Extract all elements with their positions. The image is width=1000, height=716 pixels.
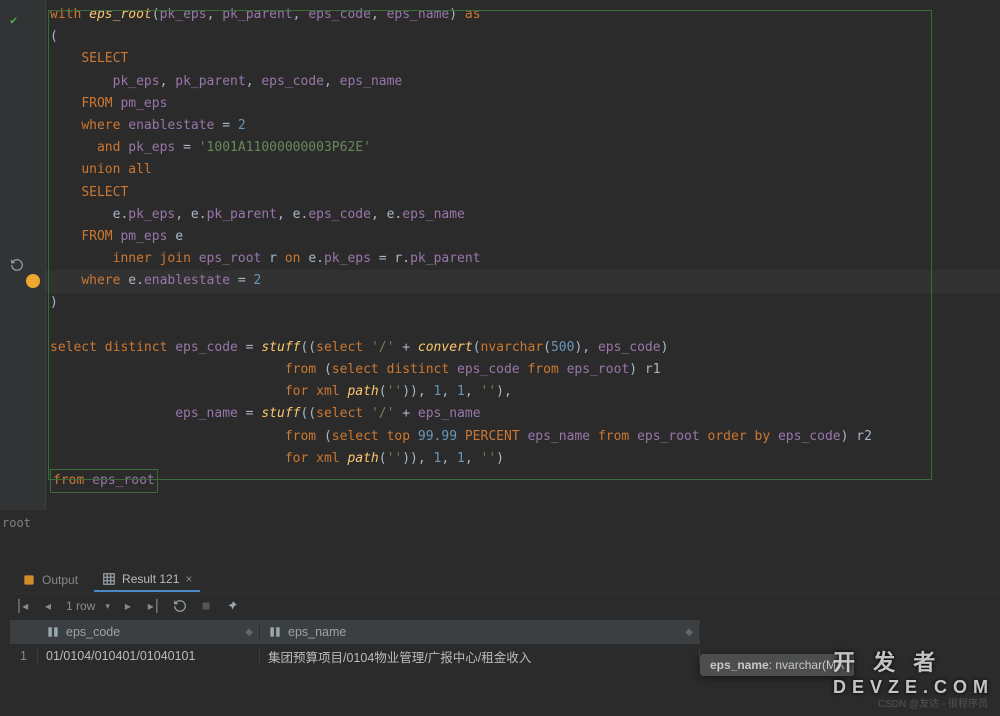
code-line[interactable]: eps_name = stuff((select '/' + eps_name bbox=[50, 403, 996, 425]
code-line[interactable]: from (select top 99.99 PERCENT eps_name … bbox=[50, 426, 996, 448]
column-header-label: eps_name bbox=[288, 625, 346, 639]
tab-output-label: Output bbox=[42, 573, 78, 587]
column-header-label: eps_code bbox=[66, 625, 120, 639]
editor-tab-label: root bbox=[2, 516, 31, 530]
column-icon bbox=[46, 625, 60, 639]
grid-icon bbox=[102, 572, 116, 586]
stop-icon[interactable] bbox=[198, 598, 214, 614]
tab-result-label: Result 121 bbox=[122, 572, 179, 586]
tab-output[interactable]: Output bbox=[14, 569, 86, 591]
grid-header: eps_code ◆ eps_name ◆ bbox=[10, 620, 700, 644]
fold-column[interactable] bbox=[32, 0, 46, 510]
bottom-panel-tabs: Output Result 121 × bbox=[14, 566, 1000, 594]
code-line[interactable]: inner join eps_root r on e.pk_eps = r.pk… bbox=[50, 248, 996, 270]
prev-page-icon[interactable]: ◂ bbox=[40, 598, 56, 614]
code-line[interactable]: for xml path('')), 1, 1, ''), bbox=[50, 381, 996, 403]
code-line[interactable]: SELECT bbox=[50, 48, 996, 70]
code-line[interactable]: from eps_root bbox=[50, 470, 996, 492]
editor-gutter: ✔ bbox=[0, 0, 46, 510]
code-line[interactable]: for xml path('')), 1, 1, '') bbox=[50, 448, 996, 470]
code-pane[interactable]: with eps_root(pk_eps, pk_parent, eps_cod… bbox=[46, 0, 1000, 510]
type-tooltip: eps_name: nvarchar(MA bbox=[700, 654, 854, 676]
dropdown-icon[interactable]: ▾ bbox=[105, 601, 110, 612]
code-line[interactable]: where enablestate = 2 bbox=[50, 115, 996, 137]
code-line[interactable]: from (select distinct eps_code from eps_… bbox=[50, 359, 996, 381]
code-line[interactable]: and pk_eps = '1001A11000000003P62E' bbox=[50, 137, 996, 159]
refresh-icon[interactable] bbox=[10, 258, 24, 275]
code-line[interactable] bbox=[50, 315, 996, 337]
code-line[interactable]: ) bbox=[50, 292, 996, 314]
watermark: 开 发 者 DEVZE.COM bbox=[833, 645, 994, 698]
result-toolbar: ⎮◂ ◂ 1 row ▾ ▸ ▸⎮ bbox=[10, 594, 1000, 618]
close-icon[interactable]: × bbox=[185, 572, 192, 586]
next-page-icon[interactable]: ▸ bbox=[120, 598, 136, 614]
code-line[interactable]: union all bbox=[50, 159, 996, 181]
code-line[interactable]: e.pk_eps, e.pk_parent, e.eps_code, e.eps… bbox=[50, 204, 996, 226]
run-ok-icon: ✔ bbox=[10, 13, 17, 27]
last-page-icon[interactable]: ▸⎮ bbox=[146, 598, 162, 614]
column-icon bbox=[268, 625, 282, 639]
code-line[interactable]: with eps_root(pk_eps, pk_parent, eps_cod… bbox=[50, 4, 996, 26]
code-line[interactable]: pk_eps, pk_parent, eps_code, eps_name bbox=[50, 71, 996, 93]
sort-icon[interactable]: ◆ bbox=[245, 627, 253, 638]
code-line[interactable]: ( bbox=[50, 26, 996, 48]
code-line[interactable]: FROM pm_eps bbox=[50, 93, 996, 115]
result-grid[interactable]: eps_code ◆ eps_name ◆ 1 01/0104/010401/0… bbox=[10, 620, 700, 668]
code-line[interactable]: select distinct eps_code = stuff((select… bbox=[50, 337, 996, 359]
tooltip-name: eps_name bbox=[710, 658, 769, 672]
cell-eps-name[interactable]: 集团预算项目/0104物业管理/广报中心/租金收入 bbox=[260, 647, 700, 666]
pin-icon[interactable] bbox=[224, 598, 240, 614]
tab-result[interactable]: Result 121 × bbox=[94, 568, 200, 592]
code-line[interactable]: FROM pm_eps e bbox=[50, 226, 996, 248]
column-header-eps-code[interactable]: eps_code ◆ bbox=[38, 625, 260, 639]
output-icon bbox=[22, 573, 36, 587]
row-count-label: 1 row bbox=[66, 599, 95, 613]
highlighted-fragment: from eps_root bbox=[50, 469, 158, 493]
sort-icon[interactable]: ◆ bbox=[685, 627, 693, 638]
first-page-icon[interactable]: ⎮◂ bbox=[14, 598, 30, 614]
code-line[interactable]: SELECT bbox=[50, 182, 996, 204]
reload-icon[interactable] bbox=[172, 598, 188, 614]
code-line[interactable]: where e.enablestate = 2 bbox=[50, 270, 996, 292]
row-number: 1 bbox=[10, 649, 38, 663]
tooltip-type: : nvarchar(MA bbox=[769, 658, 844, 672]
column-header-eps-name[interactable]: eps_name ◆ bbox=[260, 625, 700, 639]
table-row[interactable]: 1 01/0104/010401/01040101 集团预算项目/0104物业管… bbox=[10, 644, 700, 668]
code-editor[interactable]: ✔ with eps_root(pk_eps, pk_parent, eps_c… bbox=[0, 0, 1000, 510]
csdn-watermark: CSDN @友达 - 很程序员 bbox=[878, 695, 988, 710]
cell-eps-code[interactable]: 01/0104/010401/01040101 bbox=[38, 649, 260, 663]
